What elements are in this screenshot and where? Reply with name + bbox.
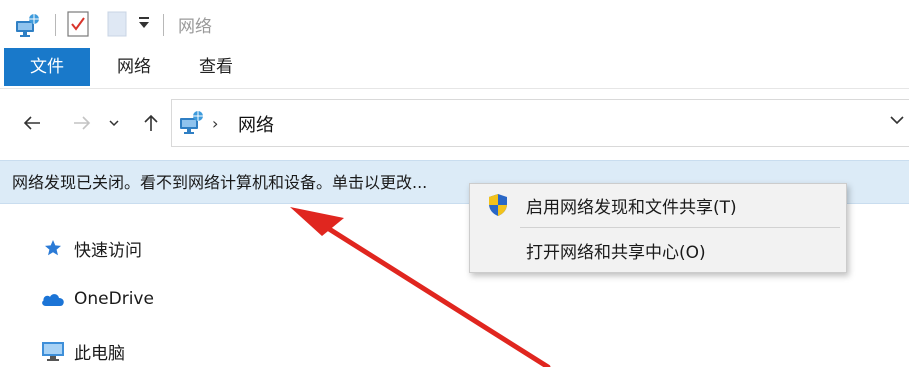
recent-locations-button[interactable] (104, 108, 124, 138)
menu-item-enable-network-discovery[interactable]: 启用网络发现和文件共享(T) (470, 185, 846, 225)
properties-icon[interactable] (66, 10, 90, 42)
star-icon (40, 236, 66, 260)
arrow-up-icon (144, 114, 158, 131)
tab-file[interactable]: 文件 (4, 48, 90, 86)
toolbar-separator (163, 14, 164, 36)
breadcrumb-separator[interactable]: › (212, 114, 218, 133)
forward-button[interactable] (68, 108, 96, 138)
sidebar-item-onedrive[interactable]: OneDrive (40, 285, 154, 313)
computer-icon (40, 339, 66, 363)
up-button[interactable] (137, 108, 165, 138)
menu-separator (520, 227, 840, 228)
sidebar-item-label: 快速访问 (74, 240, 142, 261)
menu-item-open-sharing-center[interactable]: 打开网络和共享中心(O) (470, 230, 846, 270)
sidebar-item-quick-access[interactable]: 快速访问 (40, 234, 142, 262)
network-location-icon (176, 109, 206, 139)
network-app-icon (12, 12, 42, 42)
tab-view[interactable]: 查看 (190, 48, 242, 86)
toolbar-separator (55, 14, 56, 36)
menu-item-label: 打开网络和共享中心(O) (526, 242, 706, 263)
infobar-message[interactable]: 网络发现已关闭。看不到网络计算机和设备。单击以更改... (12, 169, 502, 193)
sidebar-item-label: 此电脑 (74, 343, 125, 364)
window-title: 网络 (178, 17, 212, 37)
tab-network[interactable]: 网络 (108, 48, 160, 86)
new-folder-icon[interactable] (107, 10, 127, 42)
ribbon-divider (0, 88, 909, 89)
address-bar[interactable] (171, 99, 909, 147)
arrow-left-icon (23, 116, 40, 130)
arrow-right-icon (74, 116, 91, 130)
menu-item-label: 启用网络发现和文件共享(T) (526, 197, 737, 218)
address-dropdown-button[interactable] (888, 110, 906, 134)
breadcrumb-network[interactable]: 网络 (238, 111, 274, 137)
chevron-down-icon (109, 120, 119, 127)
uac-shield-icon (470, 193, 526, 217)
customize-toolbar-chevron-icon[interactable] (137, 15, 151, 35)
chevron-down-icon (890, 116, 904, 125)
sidebar-item-this-pc[interactable]: 此电脑 (40, 337, 125, 365)
sidebar-item-label: OneDrive (74, 289, 154, 309)
back-button[interactable] (18, 108, 46, 138)
cloud-icon (40, 287, 66, 311)
